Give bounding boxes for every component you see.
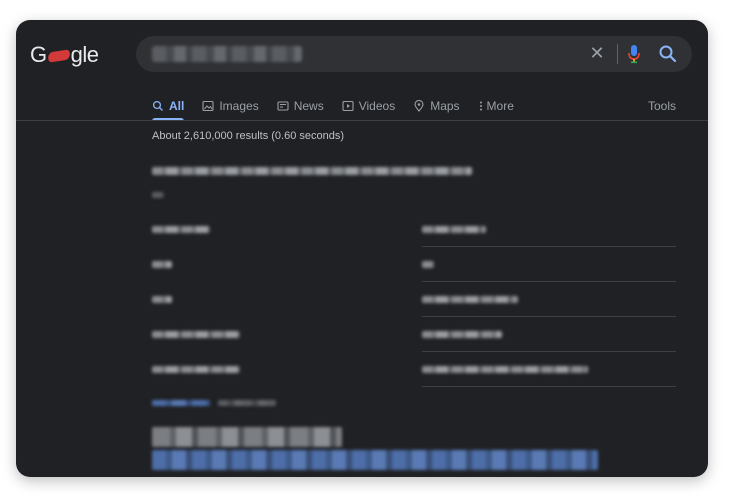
browser-window: Ggle ✕ All Images News Videos Maps More …: [16, 20, 708, 477]
tab-videos[interactable]: Videos: [342, 96, 395, 116]
table-cell: [152, 366, 240, 373]
table-cell: [152, 331, 240, 338]
table-cell: [422, 226, 486, 233]
logo-doodle: [47, 49, 71, 63]
tools-button[interactable]: Tools: [648, 96, 676, 116]
result-title-blurred[interactable]: [152, 427, 342, 447]
table-row-divider: [422, 281, 676, 282]
tab-label: Images: [219, 99, 259, 113]
search-icon: [152, 100, 163, 111]
table-cell: [152, 261, 172, 268]
tab-label: Videos: [358, 99, 396, 113]
table-cell: [152, 296, 172, 303]
search-tabs: All Images News Videos Maps More: [152, 96, 532, 121]
tab-label: All: [169, 99, 185, 113]
image-icon: [202, 100, 214, 112]
table-cell: [422, 261, 434, 268]
logo-letter: G: [30, 42, 47, 67]
table-row-divider: [422, 351, 676, 352]
snippet-heading-blurred: [152, 167, 472, 175]
result-date-blurred: [218, 400, 276, 406]
table-row-divider: [422, 386, 676, 387]
tab-label: News: [293, 99, 324, 113]
table-row-divider: [422, 316, 676, 317]
table-cell: [422, 331, 502, 338]
tab-news[interactable]: News: [277, 96, 324, 116]
clear-icon[interactable]: ✕: [588, 45, 606, 63]
tab-images[interactable]: Images: [202, 96, 259, 116]
search-box[interactable]: ✕: [136, 36, 692, 72]
tab-label: Maps: [430, 99, 460, 113]
search-divider: [617, 44, 618, 64]
news-icon: [277, 101, 289, 111]
table-cell: [152, 226, 210, 233]
snippet-sub-blurred: [152, 192, 164, 198]
header-divider: [16, 120, 708, 121]
search-input[interactable]: [152, 46, 302, 62]
logo-letters: gle: [70, 42, 99, 67]
play-icon: [342, 100, 354, 112]
more-vert-icon: [479, 101, 482, 111]
table-cell: [422, 296, 518, 303]
tab-all[interactable]: All: [152, 96, 185, 121]
search-icon[interactable]: [658, 44, 678, 64]
table-row-divider: [422, 246, 676, 247]
result-link-blurred[interactable]: [152, 400, 210, 406]
microphone-icon[interactable]: [627, 44, 641, 64]
map-pin-icon: [414, 100, 424, 112]
table-cell: [422, 366, 588, 373]
tab-more[interactable]: More: [478, 96, 514, 116]
results-stats: About 2,610,000 results (0.60 seconds): [152, 130, 345, 142]
tab-label: More: [486, 99, 514, 113]
google-logo[interactable]: Ggle: [30, 42, 99, 68]
tab-maps[interactable]: Maps: [413, 96, 460, 116]
result-url-blurred[interactable]: [152, 450, 598, 470]
